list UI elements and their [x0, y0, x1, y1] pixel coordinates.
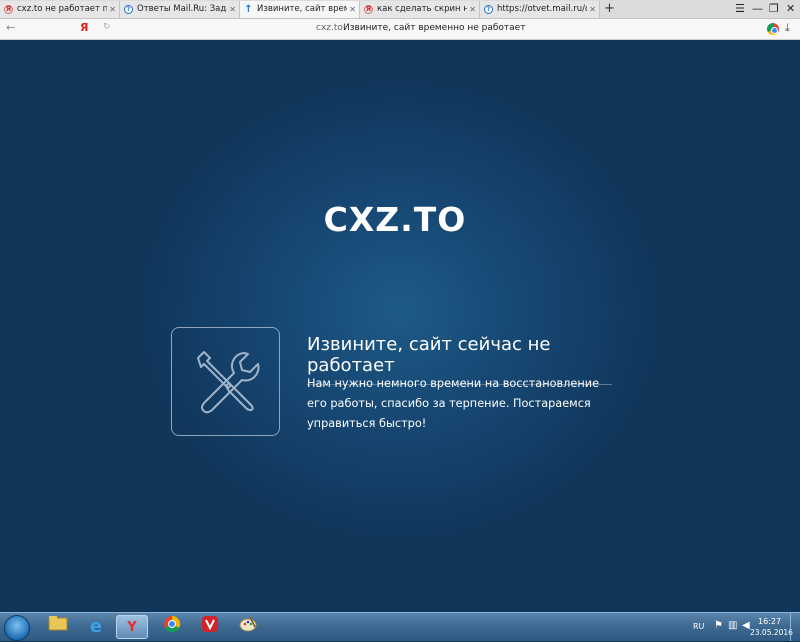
- internet-explorer-icon[interactable]: e: [80, 615, 112, 639]
- new-tab-button[interactable]: +: [604, 0, 615, 17]
- yandex-browser-icon[interactable]: Y: [116, 615, 148, 639]
- url-domain[interactable]: cxz.to: [316, 23, 343, 33]
- show-desktop-button[interactable]: [790, 613, 800, 641]
- page-content: CXZ.TO Извините, сайт сейчас не работает…: [0, 40, 800, 612]
- error-message: Нам нужно немного времени на восстановле…: [307, 377, 600, 430]
- site-logo: CXZ.TO: [323, 200, 467, 239]
- close-icon[interactable]: ✕: [229, 1, 236, 18]
- yandex-home-button[interactable]: Я: [80, 21, 88, 34]
- tab-label: как сделать скрин на комп: [377, 4, 467, 14]
- mailru-answers-icon: ?: [484, 5, 493, 14]
- tab-cxz-search[interactable]: Я cxz.to не работает почему – ✕: [0, 1, 120, 18]
- volume-icon[interactable]: ◀: [742, 620, 750, 631]
- start-button[interactable]: [4, 615, 30, 641]
- minimize-button[interactable]: —: [752, 0, 763, 17]
- paint-icon[interactable]: [232, 615, 264, 639]
- close-icon[interactable]: ✕: [589, 1, 596, 18]
- chrome-icon[interactable]: [767, 23, 779, 35]
- chrome-taskbar-icon[interactable]: [156, 615, 188, 639]
- clock-time[interactable]: 16:27: [758, 617, 781, 626]
- windows-taskbar: e Y RU ⚑ ▥ ◀ 16:27 23.05.2016: [0, 612, 800, 641]
- mailru-answers-icon: ?: [124, 5, 133, 14]
- close-window-button[interactable]: ✕: [786, 0, 795, 17]
- download-icon[interactable]: ⤓: [785, 21, 790, 35]
- close-icon[interactable]: ✕: [469, 1, 476, 18]
- close-icon[interactable]: ✕: [109, 1, 116, 18]
- tab-screenshot-search[interactable]: Я как сделать скрин на комп ✕: [360, 1, 480, 18]
- yandex-icon: Я: [364, 5, 373, 14]
- action-center-icon[interactable]: ⚑: [714, 620, 723, 631]
- address-bar: ← Я ↻ cxz.to Извините, сайт временно не …: [0, 19, 800, 40]
- tab-label: Извините, сайт временно: [257, 4, 347, 14]
- tab-mailru-ask[interactable]: ? Ответы Mail.Ru: Задать вопр ✕: [120, 1, 240, 18]
- clock-date[interactable]: 23.05.2016: [750, 628, 793, 637]
- tab-label: Ответы Mail.Ru: Задать вопр: [137, 4, 227, 14]
- tab-strip: Я cxz.to не работает почему – ✕ ? Ответы…: [0, 0, 800, 19]
- upload-arrow-icon: ↑: [244, 4, 253, 15]
- back-button[interactable]: ←: [6, 21, 15, 34]
- network-icon[interactable]: ▥: [728, 620, 737, 631]
- wrench-screwdriver-icon: [197, 351, 260, 414]
- restore-button[interactable]: ❐: [769, 0, 779, 17]
- language-indicator[interactable]: RU: [693, 622, 704, 631]
- close-icon[interactable]: ✕: [349, 1, 356, 18]
- tab-sorry-page[interactable]: ↑ Извините, сайт временно ✕: [240, 1, 360, 18]
- tab-mailru-question[interactable]: ? https://otvet.mail.ru/question ✕: [480, 1, 600, 18]
- yandex-icon: Я: [4, 5, 13, 14]
- maintenance-icon-frame: [171, 327, 280, 436]
- explorer-icon[interactable]: [42, 615, 74, 639]
- url-page-title[interactable]: Извините, сайт временно не работает: [343, 23, 525, 33]
- vivaldi-icon[interactable]: [194, 615, 226, 639]
- reload-button[interactable]: ↻: [103, 22, 111, 32]
- tab-label: cxz.to не работает почему –: [17, 4, 107, 14]
- tab-label: https://otvet.mail.ru/question: [497, 4, 587, 14]
- menu-icon[interactable]: ☰: [735, 0, 745, 17]
